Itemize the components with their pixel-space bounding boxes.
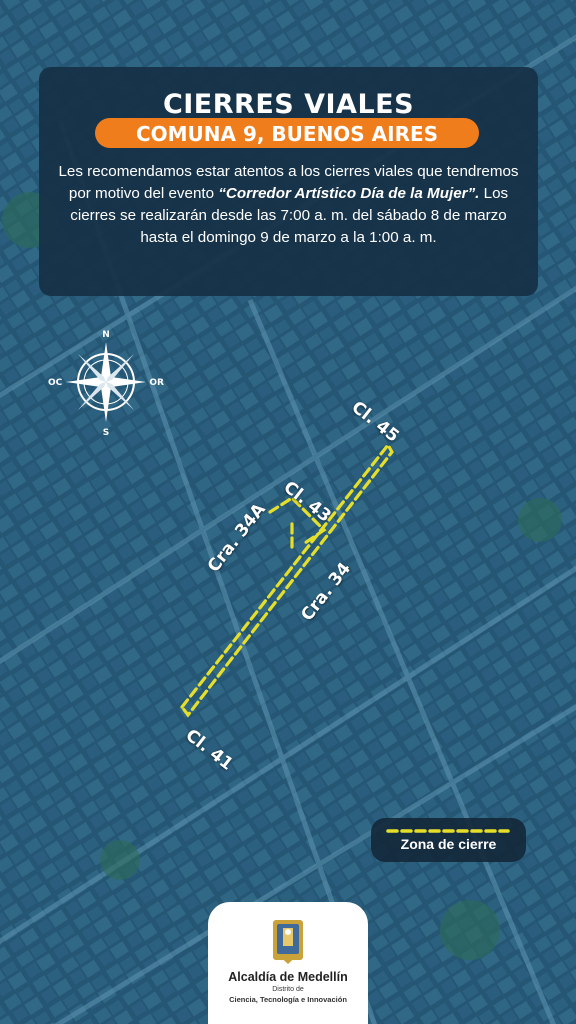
event-name: “Corredor Artístico Día de la Mujer”. (218, 185, 480, 202)
compass-north: N (102, 330, 110, 340)
legend-label: Zona de cierre (400, 836, 497, 852)
legend: Zona de cierre (371, 818, 526, 862)
subtitle-badge: COMUNA 9, BUENOS AIRES (95, 118, 479, 148)
info-card: CIERRES VIALES COMUNA 9, BUENOS AIRES Le… (39, 67, 538, 296)
organization-name: Alcaldía de Medellín (228, 970, 348, 984)
compass-rose-icon: N S OC OR (48, 330, 164, 438)
organization-subtitle-1: Distrito de (272, 986, 304, 993)
coat-of-arms-icon (273, 920, 303, 964)
compass-west: OC (48, 378, 63, 388)
closure-line-icon (386, 829, 510, 833)
page-title: CIERRES VIALES (162, 89, 415, 120)
compass-south: S (103, 428, 109, 438)
subtitle: COMUNA 9, BUENOS AIRES (135, 122, 439, 146)
organization-subtitle-2: Ciencia, Tecnología e Innovación (229, 995, 347, 1004)
compass-east: OR (149, 378, 164, 388)
organization-logo: Alcaldía de Medellín Distrito de Ciencia… (208, 902, 368, 1024)
announcement-text: Les recomendamos estar atentos a los cie… (53, 161, 524, 249)
